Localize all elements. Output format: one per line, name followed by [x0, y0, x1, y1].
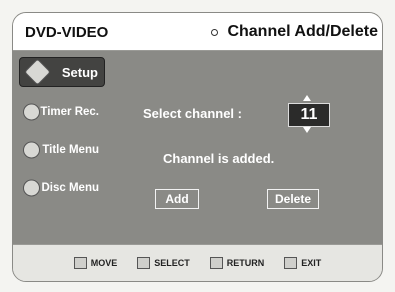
delete-button[interactable]: Delete	[267, 189, 319, 209]
select-hint: SELECT	[137, 257, 190, 269]
move-hint: MOVE	[73, 257, 118, 269]
sidebar-item-label: Timer Rec.	[40, 106, 99, 118]
select-channel-label: Select channel :	[143, 106, 242, 121]
exit-hint: EXIT	[284, 257, 321, 269]
sidebar-item-title-menu[interactable]: Title Menu	[19, 137, 105, 163]
circle-bullet-icon	[211, 28, 219, 36]
move-key-icon	[73, 257, 87, 269]
sidebar-item-label: Disc Menu	[41, 182, 99, 194]
setup-icon	[24, 58, 51, 86]
timer-rec-icon	[23, 103, 40, 121]
main-panel: Setup Timer Rec. Title Menu Disc Menu Se…	[13, 51, 382, 247]
select-key-icon	[137, 257, 151, 269]
sidebar-item-setup[interactable]: Setup	[19, 57, 105, 87]
sidebar-item-disc-menu[interactable]: Disc Menu	[19, 175, 105, 201]
sidebar-item-label: Setup	[61, 64, 98, 80]
exit-label: EXIT	[301, 258, 322, 268]
up-arrow-icon[interactable]	[303, 95, 311, 101]
return-hint: RETURN	[209, 257, 265, 269]
move-label: MOVE	[90, 258, 118, 268]
title-menu-icon	[23, 141, 40, 159]
sidebar-item-timer-rec[interactable]: Timer Rec.	[19, 99, 105, 125]
sidebar: Setup Timer Rec. Title Menu Disc Menu	[19, 57, 105, 201]
menu-title-group: Channel Add/Delete	[211, 23, 378, 41]
select-label: SELECT	[154, 258, 190, 268]
down-arrow-icon[interactable]	[303, 127, 311, 133]
sidebar-item-label: Title Menu	[42, 144, 99, 156]
footer-key-guide: MOVE SELECT RETURN EXIT	[13, 244, 382, 281]
dvd-menu-screen: DVD-VIDEO Channel Add/Delete Setup Timer…	[12, 12, 383, 282]
disc-menu-icon	[23, 179, 40, 197]
channel-add-delete-content: Select channel : 11 Channel is added. Ad…	[113, 51, 382, 247]
header-bar: DVD-VIDEO Channel Add/Delete	[13, 13, 382, 51]
disc-type-label: DVD-VIDEO	[25, 24, 109, 41]
status-message: Channel is added.	[163, 151, 275, 166]
add-button[interactable]: Add	[155, 189, 199, 209]
return-key-icon	[209, 257, 223, 269]
channel-number-field[interactable]: 11	[288, 103, 330, 127]
page-title: Channel Add/Delete	[227, 23, 378, 40]
exit-key-icon	[284, 257, 298, 269]
return-label: RETURN	[226, 258, 265, 268]
